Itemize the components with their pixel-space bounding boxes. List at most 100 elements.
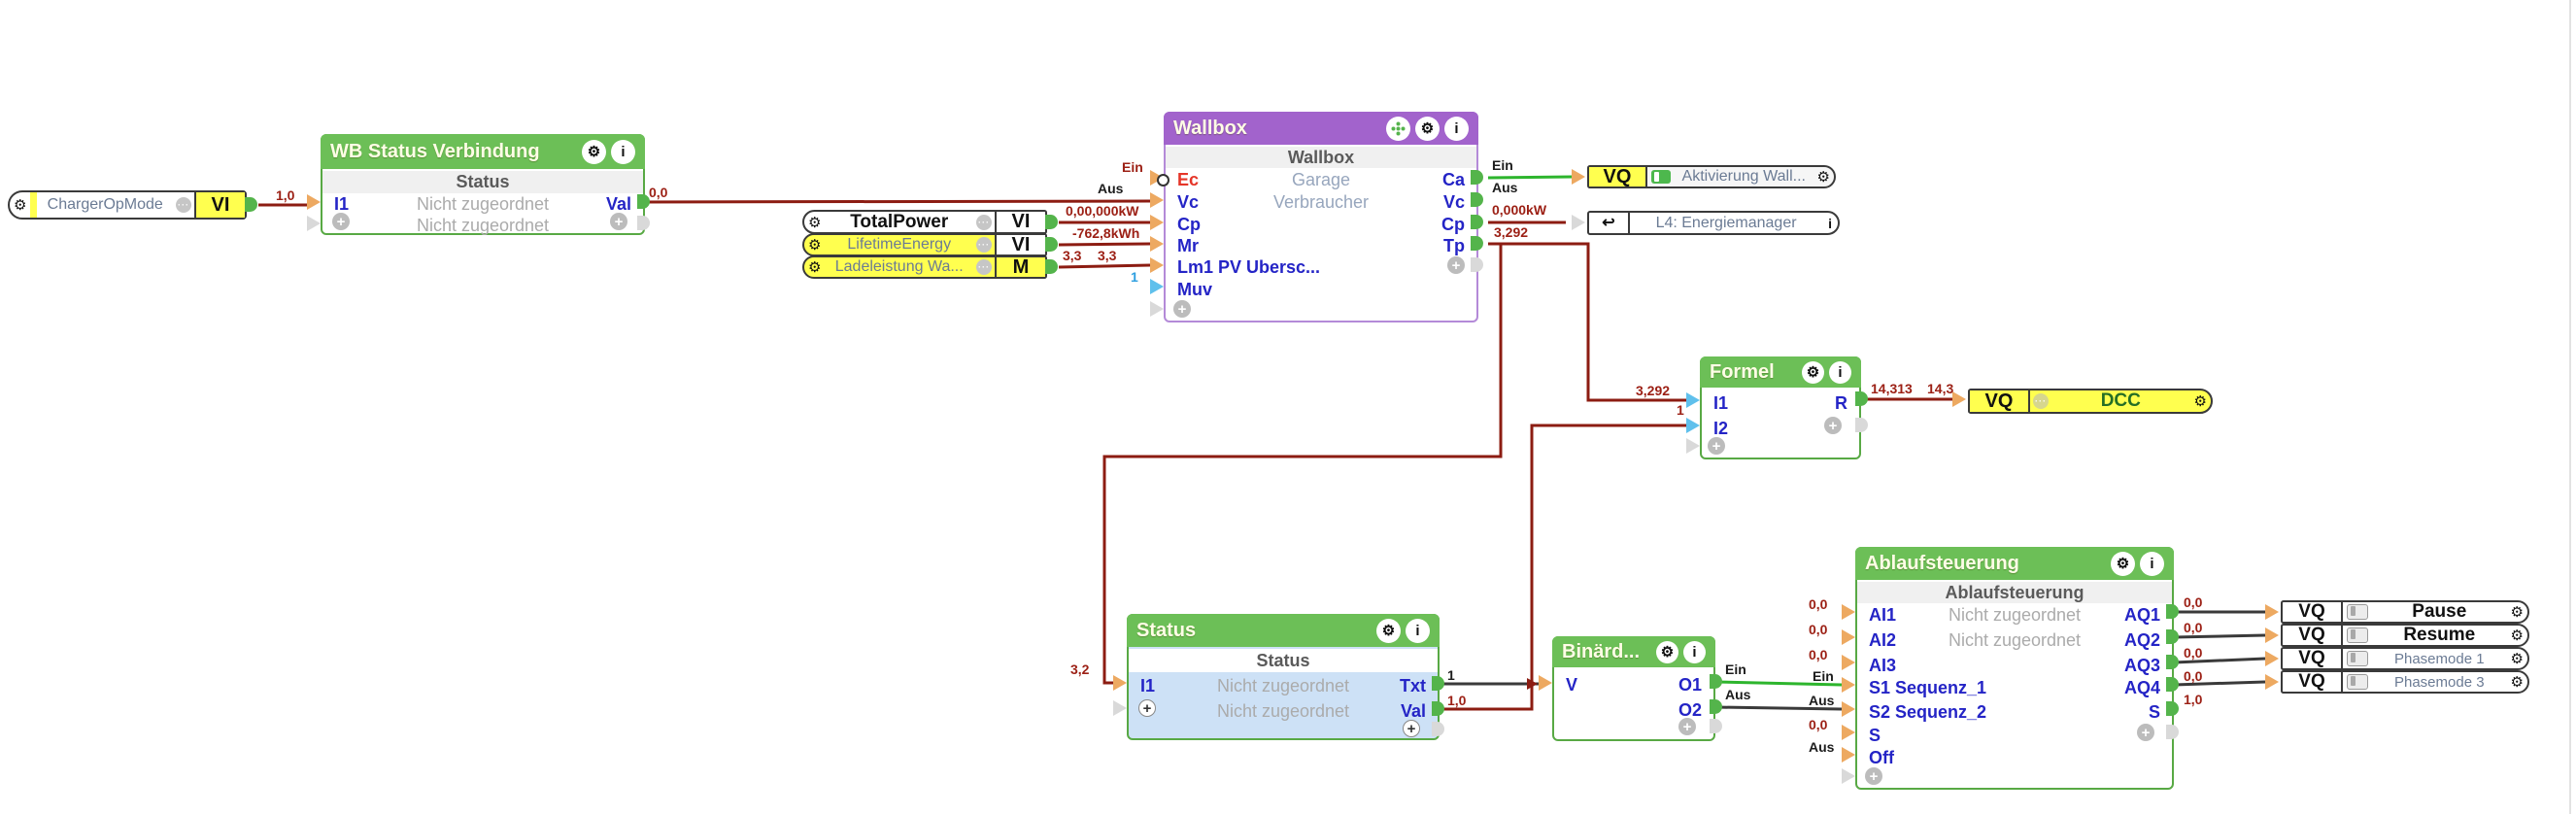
input-connector[interactable] [1539, 675, 1552, 691]
input-connector[interactable] [1572, 169, 1585, 185]
gear-icon[interactable]: ⚙ [1415, 116, 1440, 141]
info-icon[interactable]: i [2140, 551, 2164, 576]
input-pill-ladeleistung[interactable]: ⚙ Ladeleistung Wa... ··· M [802, 255, 1047, 279]
ellipsis-icon[interactable]: ··· [2033, 393, 2049, 409]
function-block-status[interactable]: Status ⚙ i Status I1 Nicht zugeordnet Tx… [1127, 614, 1440, 740]
input-connector[interactable] [1842, 604, 1855, 620]
wire[interactable] [2173, 633, 2266, 639]
add-output-icon[interactable]: + [1447, 256, 1465, 274]
gear-icon[interactable]: ⚙ [2111, 551, 2135, 576]
output-pill-aktivierung-wallbox[interactable]: VQ Aktivierung Wall... ⚙ [1587, 165, 1836, 188]
input-connector[interactable] [1842, 701, 1855, 717]
add-input-icon[interactable]: + [1138, 699, 1156, 717]
ellipsis-icon[interactable]: ··· [176, 197, 191, 213]
input-connector[interactable] [2265, 674, 2279, 690]
info-icon[interactable]: i [1406, 618, 1430, 643]
input-connector[interactable] [1952, 391, 1966, 407]
wire[interactable] [1058, 263, 1151, 269]
gear-icon[interactable]: ⚙ [2507, 603, 2527, 621]
input-connector[interactable] [1842, 725, 1855, 740]
loxone-config-canvas[interactable]: ⚙ ChargerOpMode ··· VI ⚙ TotalPower ··· … [0, 0, 2576, 814]
input-connector[interactable] [1113, 700, 1127, 716]
output-pill-resume[interactable]: VQ Resume ⚙ [2281, 624, 2529, 647]
input-connector[interactable] [1150, 236, 1164, 252]
add-input-icon[interactable]: + [1708, 437, 1725, 455]
output-label: Txt [1400, 676, 1426, 695]
ellipsis-icon[interactable]: ··· [976, 237, 992, 253]
input-connector[interactable] [1150, 301, 1164, 317]
input-connector[interactable] [1842, 629, 1855, 645]
gear-icon[interactable]: ⚙ [2507, 650, 2527, 667]
input-connector[interactable] [1150, 279, 1164, 294]
info-icon[interactable]: i [1829, 360, 1851, 384]
output-pill-phasemode-3[interactable]: VQ Phasemode 3 ⚙ [2281, 670, 2529, 694]
wire-value: Aus [1492, 180, 1518, 195]
input-connector[interactable] [1686, 438, 1700, 454]
ellipsis-icon[interactable]: ··· [976, 214, 992, 230]
input-pill-chargeropmode[interactable]: ⚙ ChargerOpMode ··· VI [8, 190, 247, 220]
gear-icon[interactable]: ⚙ [2507, 627, 2527, 644]
wire-value: 1,0 [2184, 692, 2203, 707]
wire[interactable] [1058, 242, 1151, 247]
input-pill-lifetimeenergy[interactable]: ⚙ LifetimeEnergy ··· VI [802, 233, 1047, 256]
gear-icon[interactable]: ⚙ [582, 139, 606, 164]
input-connector[interactable] [1572, 215, 1585, 230]
input-connector[interactable] [307, 194, 321, 210]
add-input-icon[interactable]: + [1173, 300, 1191, 318]
input-connector[interactable] [1150, 192, 1164, 208]
add-output-icon[interactable]: + [2137, 724, 2154, 741]
info-icon[interactable]: i [611, 139, 635, 164]
add-input-icon[interactable]: + [1865, 767, 1882, 785]
gear-icon[interactable]: ⚙ [1656, 640, 1678, 663]
input-connector[interactable] [307, 216, 321, 231]
pill-label: LifetimeEnergy [847, 236, 952, 253]
input-connector[interactable] [1686, 392, 1700, 408]
wire-value: Ein [1725, 661, 1746, 677]
block-title: Ablaufsteuerung [1865, 552, 2019, 574]
add-output-icon[interactable]: + [610, 213, 627, 230]
add-input-icon[interactable]: + [332, 213, 350, 230]
input-connector[interactable] [1113, 675, 1127, 691]
gear-icon[interactable]: ⚙ [1802, 360, 1824, 384]
function-block-wb-status-verbindung[interactable]: WB Status Verbindung ⚙ i Status I1 Nicht… [321, 134, 645, 235]
wire-value: Aus [1809, 739, 1835, 755]
info-icon[interactable]: i [1444, 116, 1469, 141]
function-block-wallbox[interactable]: Wallbox ⚙ i Wallbox Ec Vc Cp Mr Lm1 PV U… [1164, 112, 1478, 322]
toggle-icon [2347, 627, 2368, 643]
add-output-icon[interactable]: + [1403, 720, 1420, 737]
ellipsis-icon[interactable]: ··· [976, 259, 992, 275]
input-connector[interactable] [1842, 768, 1855, 784]
input-connector[interactable] [2265, 604, 2279, 620]
output-pill-pause[interactable]: VQ Pause ⚙ [2281, 600, 2529, 624]
wire[interactable] [1488, 242, 1686, 402]
gear-icon[interactable]: ⚙ [1813, 168, 1834, 186]
gear-icon[interactable]: ⚙ [804, 258, 825, 276]
input-connector[interactable] [1686, 418, 1700, 433]
input-connector[interactable] [1842, 655, 1855, 670]
wire[interactable] [640, 199, 1151, 204]
info-icon[interactable]: i [1822, 216, 1838, 231]
output-pill-phasemode-1[interactable]: VQ Phasemode 1 ⚙ [2281, 647, 2529, 670]
gear-icon[interactable]: ⚙ [2507, 673, 2527, 691]
gear-icon[interactable]: ⚙ [10, 196, 30, 214]
input-connector[interactable] [1842, 677, 1855, 693]
input-connector[interactable] [1842, 747, 1855, 763]
input-connector[interactable] [1150, 257, 1164, 273]
output-pill-dcc[interactable]: VQ ··· DCC ⚙ [1968, 389, 2213, 414]
wire[interactable] [1487, 175, 1573, 180]
info-icon[interactable]: i [1683, 640, 1706, 663]
gear-icon[interactable]: ⚙ [1376, 618, 1401, 643]
gear-icon[interactable]: ⚙ [2190, 392, 2211, 410]
input-connector[interactable] [1150, 215, 1164, 230]
input-connector[interactable] [2265, 627, 2279, 643]
input-label: Vc [1177, 192, 1200, 212]
function-block-ablaufsteuerung[interactable]: Ablaufsteuerung ⚙ i Ablaufsteuerung AI1 … [1855, 547, 2174, 790]
input-connector[interactable] [2265, 651, 2279, 666]
add-output-icon[interactable]: + [1824, 417, 1842, 434]
gear-icon[interactable]: ⚙ [804, 236, 825, 254]
input-pill-totalpower[interactable]: ⚙ TotalPower ··· VI [802, 210, 1047, 234]
visualization-dots-icon[interactable] [1386, 116, 1410, 141]
add-output-icon[interactable]: + [1678, 718, 1696, 735]
gear-icon[interactable]: ⚙ [804, 214, 825, 231]
output-pill-l4-energiemanager[interactable]: ↩ L4: Energiemanager i [1587, 211, 1840, 235]
